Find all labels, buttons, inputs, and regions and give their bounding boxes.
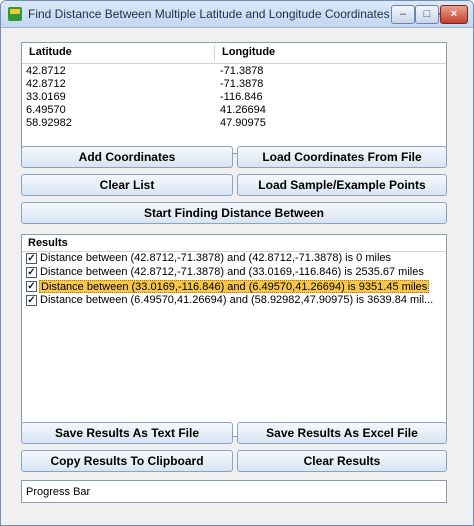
- latitude-cell: 42.8712: [26, 65, 66, 77]
- progress-label: Progress Bar: [26, 486, 91, 498]
- result-item[interactable]: ✓ Distance between (42.8712,-71.3878) an…: [22, 266, 446, 280]
- longitude-cell: -116.846: [220, 91, 263, 103]
- column-separator[interactable]: [214, 45, 215, 61]
- copy-results-clipboard-button[interactable]: Copy Results To Clipboard: [21, 450, 233, 472]
- save-results-excel-button[interactable]: Save Results As Excel File: [237, 422, 447, 444]
- clear-results-button[interactable]: Clear Results: [237, 450, 447, 472]
- result-text: Distance between (6.49570,41.26694) and …: [40, 294, 434, 306]
- results-header: Results: [22, 235, 446, 252]
- result-item[interactable]: ✓ Distance between (42.8712,-71.3878) an…: [22, 252, 446, 266]
- longitude-cell: 47.90975: [220, 117, 266, 129]
- results-title: Results: [28, 237, 68, 249]
- title-bar[interactable]: Find Distance Between Multiple Latitude …: [1, 1, 473, 28]
- coordinate-row[interactable]: 6.49570 41.26694: [22, 104, 446, 117]
- result-checkbox[interactable]: ✓: [26, 295, 37, 306]
- save-results-text-button[interactable]: Save Results As Text File: [21, 422, 233, 444]
- result-checkbox[interactable]: ✓: [26, 253, 37, 264]
- add-coordinates-button[interactable]: Add Coordinates: [21, 146, 233, 168]
- result-checkbox[interactable]: ✓: [26, 281, 37, 292]
- maximize-button[interactable]: □: [415, 5, 439, 24]
- result-text: Distance between (33.0169,-116.846) and …: [39, 280, 430, 293]
- results-items: ✓ Distance between (42.8712,-71.3878) an…: [22, 252, 446, 308]
- load-sample-points-button[interactable]: Load Sample/Example Points: [237, 174, 447, 196]
- coordinates-rows: 42.8712 -71.3878 42.8712 -71.3878 33.016…: [22, 65, 446, 130]
- progress-bar: Progress Bar: [21, 480, 447, 503]
- longitude-cell: -71.3878: [220, 78, 264, 90]
- coordinate-row[interactable]: 42.8712 -71.3878: [22, 78, 446, 91]
- column-header-latitude[interactable]: Latitude: [29, 46, 72, 58]
- result-text: Distance between (42.8712,-71.3878) and …: [40, 266, 424, 278]
- results-list[interactable]: Results ✓ Distance between (42.8712,-71.…: [21, 234, 447, 437]
- coordinates-list[interactable]: Latitude Longitude 42.8712 -71.3878 42.8…: [21, 42, 447, 154]
- start-finding-distance-button[interactable]: Start Finding Distance Between: [21, 202, 447, 224]
- result-checkbox[interactable]: ✓: [26, 267, 37, 278]
- window-title: Find Distance Between Multiple Latitude …: [28, 7, 441, 21]
- app-icon: [8, 7, 22, 21]
- load-coordinates-from-file-button[interactable]: Load Coordinates From File: [237, 146, 447, 168]
- coordinates-list-header: Latitude Longitude: [22, 43, 446, 64]
- coordinate-row[interactable]: 42.8712 -71.3878: [22, 65, 446, 78]
- clear-list-button[interactable]: Clear List: [21, 174, 233, 196]
- longitude-cell: 41.26694: [220, 104, 266, 116]
- close-button[interactable]: ×: [440, 5, 468, 24]
- latitude-cell: 33.0169: [26, 91, 66, 103]
- result-item-selected[interactable]: ✓ Distance between (33.0169,-116.846) an…: [22, 280, 446, 294]
- minimize-button[interactable]: –: [391, 5, 415, 24]
- column-header-longitude[interactable]: Longitude: [222, 46, 275, 58]
- coordinate-row[interactable]: 58.92982 47.90975: [22, 117, 446, 130]
- main-content: Latitude Longitude 42.8712 -71.3878 42.8…: [1, 28, 473, 525]
- app-window: Find Distance Between Multiple Latitude …: [0, 0, 474, 526]
- latitude-cell: 58.92982: [26, 117, 72, 129]
- coordinate-row[interactable]: 33.0169 -116.846: [22, 91, 446, 104]
- result-item[interactable]: ✓ Distance between (6.49570,41.26694) an…: [22, 294, 446, 308]
- latitude-cell: 6.49570: [26, 104, 66, 116]
- latitude-cell: 42.8712: [26, 78, 66, 90]
- longitude-cell: -71.3878: [220, 65, 264, 77]
- result-text: Distance between (42.8712,-71.3878) and …: [40, 252, 392, 264]
